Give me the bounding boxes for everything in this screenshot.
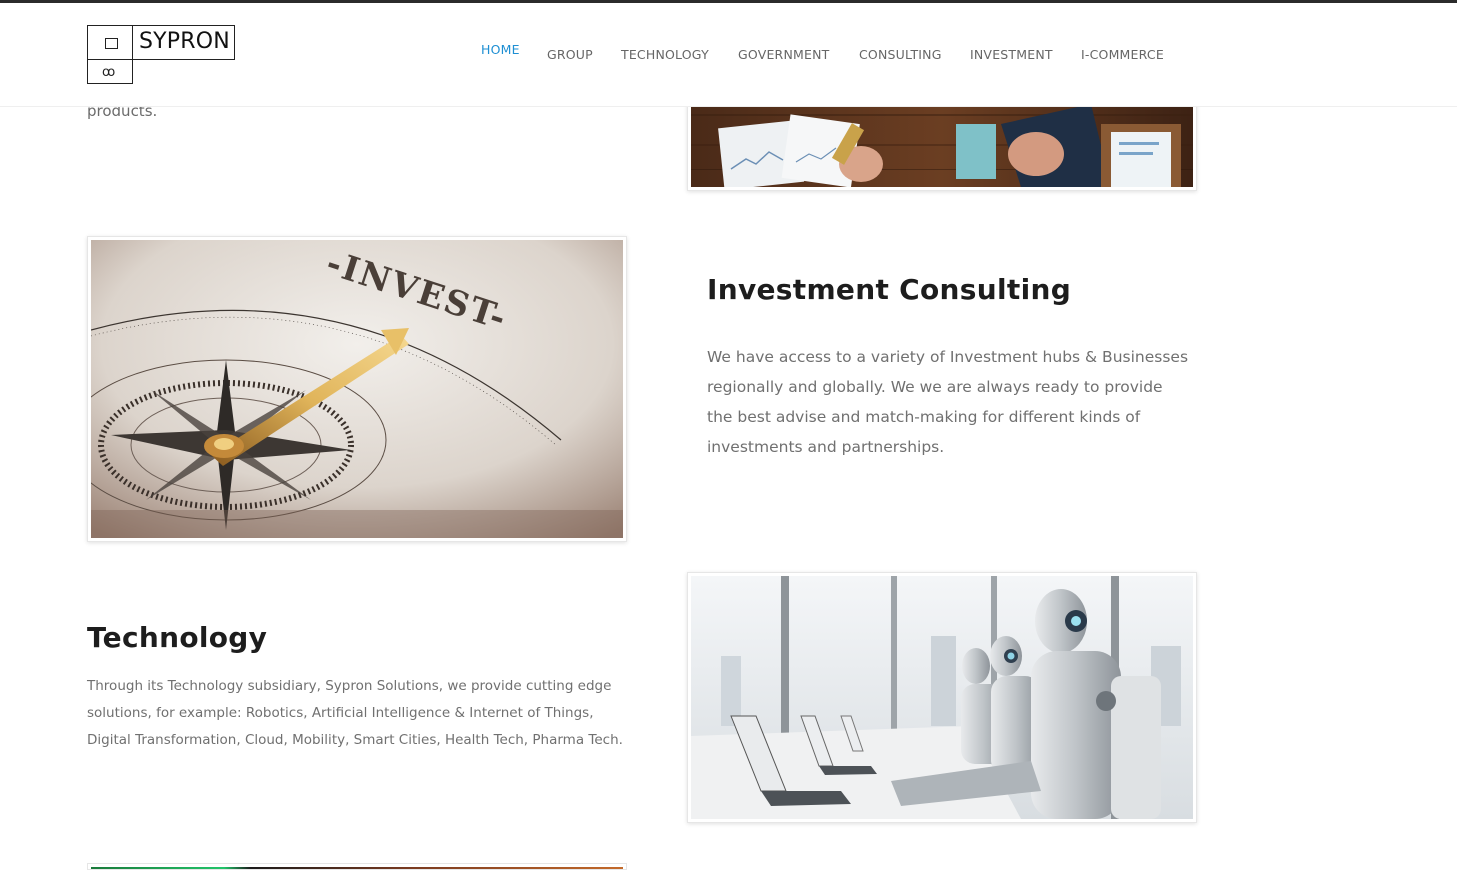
site-header: ꝏ SYPRON HOME GROUP TECHNOLOGY GOVERNMEN…: [0, 3, 1457, 107]
page-content: products. -INVEST- Investment Consulting…: [0, 0, 1457, 870]
next-section-image-edge: [87, 863, 627, 870]
nav-government[interactable]: GOVERNMENT: [738, 47, 829, 62]
technology-text: Through its Technology subsidiary, Sypro…: [87, 678, 623, 748]
nav-technology[interactable]: TECHNOLOGY: [621, 47, 709, 62]
nav-home[interactable]: HOME: [481, 42, 520, 57]
nav-group[interactable]: GROUP: [547, 47, 593, 62]
robots-at-laptops-image: [687, 572, 1197, 823]
nav-consulting[interactable]: CONSULTING: [859, 47, 942, 62]
main-nav: HOME GROUP TECHNOLOGY GOVERNMENT CONSULT…: [0, 3, 1457, 106]
investment-consulting-text: We have access to a variety of Investmen…: [707, 348, 1189, 456]
nav-investment[interactable]: INVESTMENT: [970, 47, 1053, 62]
invest-compass-image: -INVEST-: [87, 236, 627, 542]
investment-consulting-title: Investment Consulting: [707, 273, 1072, 306]
nav-i-commerce[interactable]: I-COMMERCE: [1081, 47, 1164, 62]
technology-title: Technology: [87, 621, 268, 654]
